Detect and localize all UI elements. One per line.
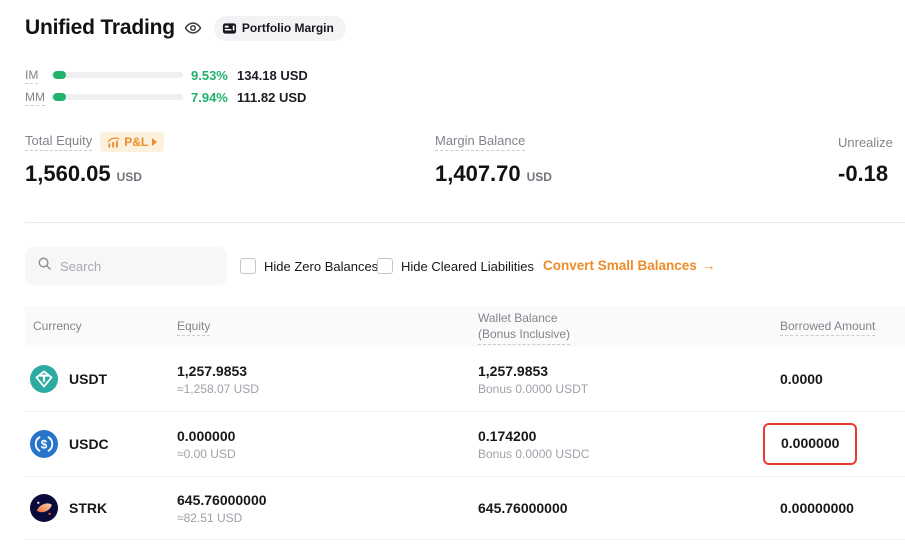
equity-cell: 1,257.9853 ≈1,258.07 USD	[177, 347, 259, 411]
im-label: IM	[25, 68, 51, 82]
strk-icon	[30, 494, 58, 522]
portfolio-margin-icon	[222, 21, 237, 36]
mm-label: MM	[25, 90, 51, 104]
im-progress-bar	[51, 72, 183, 78]
im-row: IM 9.53% 134.18 USD	[25, 64, 308, 86]
equity-usd-value: ≈82.51 USD	[177, 511, 267, 525]
search-icon	[37, 256, 52, 276]
table-row-usdt[interactable]: USDT 1,257.9853 ≈1,258.07 USD 1,257.9853…	[25, 347, 905, 412]
wallet-balance-value: 1,257.9853	[478, 363, 588, 379]
coin-name: USDC	[69, 436, 109, 452]
mm-amount: 111.82 USD	[237, 90, 306, 105]
table-header: Currency Equity Wallet Balance (Bonus In…	[25, 306, 905, 347]
column-header-equity[interactable]: Equity	[177, 319, 210, 333]
unified-trading-page: Unified Trading Portfolio Margin IM 9.53…	[0, 0, 905, 560]
svg-text:$: $	[41, 437, 48, 451]
checkbox-icon[interactable]	[377, 258, 393, 274]
currency-cell: $ USDC	[30, 412, 109, 476]
wallet-bonus-value: Bonus 0.0000 USDT	[478, 382, 588, 396]
equity-cell: 645.76000000 ≈82.51 USD	[177, 477, 267, 539]
borrowed-amount-cell: 0.00000000	[780, 477, 854, 539]
borrowed-amount-cell: 0.000000	[780, 412, 857, 476]
portfolio-margin-badge[interactable]: Portfolio Margin	[214, 16, 346, 41]
im-progress-fill	[53, 71, 66, 79]
mm-progress-fill	[53, 93, 66, 101]
convert-small-balances-label: Convert Small Balances	[543, 258, 697, 273]
hide-cleared-liabilities-checkbox[interactable]: Hide Cleared Liabilities	[377, 258, 534, 274]
im-percent: 9.53%	[191, 68, 237, 83]
table-row-strk[interactable]: STRK 645.76000000 ≈82.51 USD 645.7600000…	[25, 477, 905, 540]
borrowed-amount-value: 0.0000	[780, 371, 823, 387]
borrowed-amount-cell: 0.0000	[780, 347, 823, 411]
borrowed-amount-value: 0.000000	[781, 435, 839, 451]
currency-cell: STRK	[30, 477, 107, 539]
convert-small-balances-link[interactable]: Convert Small Balances →	[543, 258, 715, 273]
caret-right-icon	[152, 138, 157, 146]
equity-value: 0.000000	[177, 428, 236, 444]
total-equity-unit: USD	[117, 170, 142, 184]
equity-value: 1,257.9853	[177, 363, 259, 379]
margin-balance-value: 1,407.70	[435, 161, 521, 187]
wallet-bonus-value: Bonus 0.0000 USDC	[478, 447, 589, 461]
page-header: Unified Trading Portfolio Margin	[25, 13, 346, 43]
margin-balance-label: Margin Balance	[435, 133, 525, 151]
mm-percent: 7.94%	[191, 90, 237, 105]
equity-usd-value: ≈0.00 USD	[177, 447, 236, 461]
checkbox-icon[interactable]	[240, 258, 256, 274]
eye-icon[interactable]	[184, 19, 202, 37]
page-title: Unified Trading	[25, 16, 175, 40]
column-header-currency: Currency	[33, 319, 82, 333]
usdt-icon	[30, 365, 58, 393]
annotation-highlight-box: 0.000000	[763, 423, 857, 465]
equity-value: 645.76000000	[177, 492, 267, 508]
search-box[interactable]	[25, 247, 227, 285]
margin-ratio-section: IM 9.53% 134.18 USD MM 7.94% 111.82 USD	[25, 64, 308, 108]
column-header-borrowed-amount[interactable]: Borrowed Amount	[780, 319, 875, 333]
im-amount: 134.18 USD	[237, 68, 308, 83]
wallet-balance-cell: 1,257.9853 Bonus 0.0000 USDT	[478, 347, 588, 411]
total-equity-value: 1,560.05	[25, 161, 111, 187]
table-row-usdc[interactable]: $ USDC 0.000000 ≈0.00 USD 0.174200 Bonus…	[25, 412, 905, 477]
pl-chart-icon	[107, 136, 120, 149]
hide-zero-balances-checkbox[interactable]: Hide Zero Balances	[240, 258, 378, 274]
search-input[interactable]	[60, 259, 210, 274]
equity-cell: 0.000000 ≈0.00 USD	[177, 412, 236, 476]
borrowed-amount-value: 0.00000000	[780, 500, 854, 516]
unrealized-stat: Unrealize -0.18	[838, 131, 893, 187]
hide-cleared-liabilities-label: Hide Cleared Liabilities	[401, 259, 534, 274]
column-header-wallet-balance[interactable]: Wallet Balance (Bonus Inclusive)	[478, 311, 570, 345]
mm-row: MM 7.94% 111.82 USD	[25, 86, 308, 108]
currency-cell: USDT	[30, 347, 107, 411]
portfolio-margin-label: Portfolio Margin	[242, 21, 334, 35]
wallet-balance-cell: 645.76000000	[478, 477, 568, 539]
wallet-balance-cell: 0.174200 Bonus 0.0000 USDC	[478, 412, 589, 476]
section-divider	[25, 222, 905, 223]
arrow-right-icon: →	[702, 258, 716, 273]
unrealized-value: -0.18	[838, 161, 888, 187]
margin-balance-unit: USD	[527, 170, 552, 184]
margin-balance-stat: Margin Balance 1,407.70 USD	[435, 131, 552, 187]
coin-name: STRK	[69, 500, 107, 516]
unrealized-label: Unrealize	[838, 135, 893, 150]
mm-progress-bar	[51, 94, 183, 100]
wallet-balance-value: 645.76000000	[478, 500, 568, 516]
pl-badge-label: P&L	[124, 135, 148, 149]
equity-usd-value: ≈1,258.07 USD	[177, 382, 259, 396]
wallet-balance-value: 0.174200	[478, 428, 589, 444]
hide-zero-balances-label: Hide Zero Balances	[264, 259, 378, 274]
usdc-icon: $	[30, 430, 58, 458]
coin-name: USDT	[69, 371, 107, 387]
total-equity-stat: Total Equity P&L 1,560.05 USD	[25, 131, 164, 187]
pl-badge[interactable]: P&L	[100, 132, 164, 152]
total-equity-label: Total Equity	[25, 133, 92, 151]
